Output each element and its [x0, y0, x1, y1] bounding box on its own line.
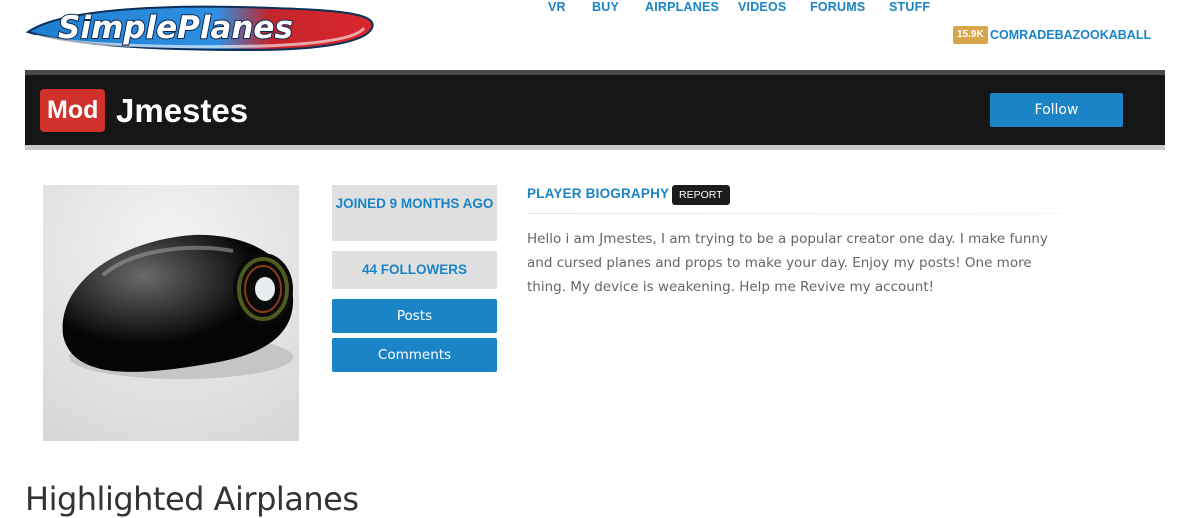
- biography-heading: PLAYER BIOGRAPHY: [527, 186, 670, 201]
- simpleplanes-logo[interactable]: SimplePlanes: [22, 2, 378, 54]
- user-points-badge: 15.9K: [953, 26, 988, 44]
- profile-avatar: [43, 185, 299, 441]
- banner-bottom-border: [25, 145, 1165, 150]
- profile-username: Jmestes: [116, 92, 249, 129]
- nav-stuff[interactable]: STUFF: [889, 0, 930, 14]
- svg-text:SimplePlanes: SimplePlanes: [58, 10, 293, 46]
- nav-forums[interactable]: FORUMS: [810, 0, 865, 14]
- user-account-link[interactable]: COMRADEBAZOOKABALL: [990, 28, 1151, 42]
- nav-videos[interactable]: VIDEOS: [738, 0, 786, 14]
- biography-divider: [527, 213, 1062, 214]
- mod-badge: Mod: [40, 89, 106, 132]
- followers-count: 44 FOLLOWERS: [332, 251, 497, 289]
- report-button[interactable]: REPORT: [672, 185, 730, 205]
- biography-text: Hello i am Jmestes, I am trying to be a …: [527, 231, 1048, 295]
- profile-banner: Mod Jmestes Follow: [25, 75, 1165, 145]
- comments-button[interactable]: Comments: [332, 338, 497, 372]
- nav-airplanes[interactable]: AIRPLANES: [645, 0, 719, 14]
- follow-button[interactable]: Follow: [990, 93, 1123, 127]
- nav-vr[interactable]: VR: [548, 0, 566, 14]
- posts-button[interactable]: Posts: [332, 299, 497, 333]
- site-header: SimplePlanes VR BUY AIRPLANES VIDEOS FOR…: [0, 0, 1187, 70]
- highlighted-airplanes-title: Highlighted Airplanes: [25, 480, 359, 518]
- nav-buy[interactable]: BUY: [592, 0, 619, 14]
- joined-date: JOINED 9 MONTHS AGO: [332, 185, 497, 241]
